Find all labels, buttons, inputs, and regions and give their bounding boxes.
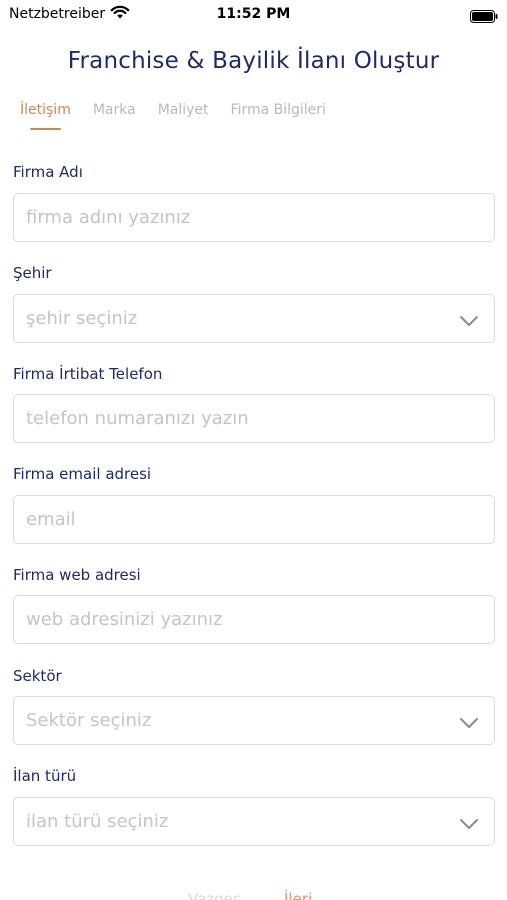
tab-label: Maliyet (157, 102, 209, 118)
website-label: Firma web adresi (13, 566, 141, 584)
next-button[interactable]: İleri (284, 890, 312, 900)
sector-label: Sektör (13, 667, 62, 685)
city-label: Şehir (13, 264, 52, 282)
tab-iletisim[interactable]: İletişim (20, 102, 71, 132)
company-name-label: Firma Adı (13, 163, 83, 181)
city-select[interactable]: şehir seçiniz (13, 294, 495, 343)
chevron-down-icon (459, 714, 479, 733)
city-placeholder: şehir seçiniz (26, 308, 138, 329)
company-name-placeholder: firma adını yazınız (26, 207, 191, 228)
status-time: 11:52 PM (216, 6, 291, 22)
tab-label: İletişim (20, 102, 71, 118)
battery-icon (470, 8, 498, 23)
email-input[interactable]: email (13, 495, 495, 544)
chevron-down-icon (459, 312, 479, 331)
email-placeholder: email (26, 509, 76, 530)
listing-type-placeholder: ilan türü seçiniz (26, 811, 169, 832)
phone-input[interactable]: telefon numaranızı yazın (13, 394, 495, 443)
company-name-input[interactable]: firma adını yazınız (13, 193, 495, 242)
tab-marka[interactable]: Marka (93, 102, 136, 132)
status-bar: Netzbetreiber 11:52 PM (0, 0, 507, 30)
tab-firma-bilgileri[interactable]: Firma Bilgileri (231, 102, 326, 132)
phone-placeholder: telefon numaranızı yazın (26, 408, 249, 429)
phone-label: Firma İrtibat Telefon (13, 365, 163, 383)
tab-label: Firma Bilgileri (230, 102, 326, 118)
page-title: Franchise & Bayilik İlanı Oluştur (67, 48, 440, 74)
sector-placeholder: Sektör seçiniz (26, 710, 152, 731)
sector-select[interactable]: Sektör seçiniz (13, 696, 495, 745)
website-input[interactable]: web adresinizi yazınız (13, 595, 495, 644)
email-label: Firma email adresi (13, 465, 152, 483)
tab-label: Marka (92, 102, 136, 118)
form-actions: Vazgeç İleri (0, 884, 507, 900)
website-placeholder: web adresinizi yazınız (26, 609, 223, 630)
chevron-down-icon (459, 815, 479, 834)
tab-maliyet[interactable]: Maliyet (158, 102, 209, 132)
listing-type-select[interactable]: ilan türü seçiniz (13, 797, 495, 846)
listing-type-label: İlan türü (13, 767, 77, 785)
step-tabs: İletişim Marka Maliyet Firma Bilgileri (20, 102, 348, 132)
cancel-button[interactable]: Vazgeç (188, 890, 241, 900)
active-tab-indicator (30, 128, 61, 130)
